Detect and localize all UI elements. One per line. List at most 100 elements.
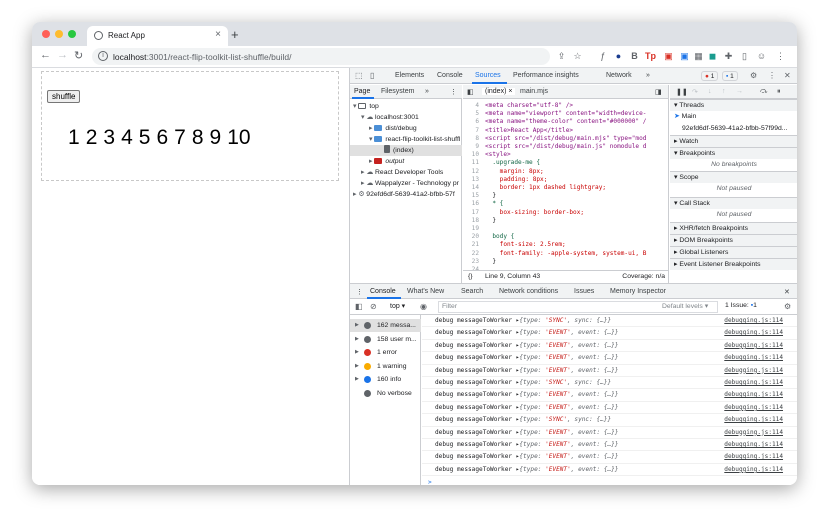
device-toolbar-icon[interactable]: ▯	[370, 71, 374, 80]
bookmark-star-icon[interactable]: ☆	[572, 50, 583, 62]
expand-arrow-icon[interactable]: ▶	[355, 373, 359, 386]
source-link[interactable]: debugging.js:114	[724, 427, 783, 439]
zoom-window-button[interactable]	[68, 30, 76, 38]
new-tab-button[interactable]: +	[231, 27, 239, 42]
tree-item-dist-debug[interactable]: ▸ dist/debug	[350, 123, 462, 134]
tab-performance-insights[interactable]: Performance insights	[513, 72, 579, 79]
shuffle-button[interactable]: shuffle	[47, 90, 81, 103]
extension-function-icon[interactable]: ƒ	[597, 50, 608, 62]
inspect-element-icon[interactable]: ⬚	[355, 71, 363, 80]
deactivate-breakpoints-icon[interactable]: ⤼	[760, 88, 767, 96]
console-prompt[interactable]: >	[422, 477, 797, 485]
side-panel-icon[interactable]: ▯	[739, 50, 750, 62]
watch-section[interactable]: ▸ Watch	[670, 135, 797, 147]
close-drawer-icon[interactable]: ✕	[784, 288, 790, 296]
info-count-badge[interactable]: ▪ 1	[722, 71, 738, 81]
browser-tab[interactable]: React App ×	[87, 26, 228, 46]
tab-sources[interactable]: Sources	[475, 72, 501, 79]
sidebar-item-bug[interactable]: No verbose	[350, 387, 421, 400]
console-settings-gear-icon[interactable]: ⚙	[784, 302, 791, 311]
tree-item-react-flip[interactable]: ▾ react-flip-toolkit-list-shuffl	[350, 134, 462, 145]
console-message[interactable]: debug messageToWorker ▸{type: 'EVENT', e…	[422, 340, 797, 353]
source-link[interactable]: debugging.js:114	[724, 451, 783, 463]
drawer-tab-whats-new[interactable]: What's New	[407, 288, 444, 295]
close-tab-icon[interactable]: ×	[508, 88, 512, 95]
toggle-debugger-icon[interactable]: ◨	[655, 88, 662, 96]
minimize-window-button[interactable]	[55, 30, 63, 38]
issues-counter[interactable]: 1 Issue: ▪1	[725, 302, 757, 309]
source-link[interactable]: debugging.js:114	[724, 340, 783, 352]
thread-main[interactable]: ➤ Main	[670, 111, 797, 123]
step-icon[interactable]: →	[736, 88, 743, 95]
extension-tp-icon[interactable]: Tp	[645, 50, 656, 62]
tree-item-worker[interactable]: ▸ ⚙ 92efd6df-5639-41a2-bfbb-57f	[350, 189, 462, 200]
thread-worker[interactable]: 92efd6df-5639-41a2-bfbb-57f99d...	[670, 123, 797, 135]
site-info-icon[interactable]: i	[98, 51, 108, 61]
tree-item-wappalyzer[interactable]: ▸ ☁ Wappalyzer - Technology pr	[350, 178, 462, 189]
back-button[interactable]: ←	[40, 49, 51, 61]
console-message[interactable]: debug messageToWorker ▸{type: 'EVENT', e…	[422, 402, 797, 415]
sidebar-item-list[interactable]: ▶ 162 messa...	[350, 319, 421, 332]
extension-teal-icon[interactable]: ◼	[707, 50, 718, 62]
event-listener-breakpoints-section[interactable]: ▸ Event Listener Breakpoints	[670, 258, 797, 270]
source-link[interactable]: debugging.js:114	[724, 402, 783, 414]
source-link[interactable]: debugging.js:114	[724, 315, 783, 327]
source-link[interactable]: debugging.js:114	[724, 377, 783, 389]
expand-arrow-icon[interactable]: ▶	[355, 333, 359, 346]
source-link[interactable]: debugging.js:114	[724, 389, 783, 401]
console-message[interactable]: debug messageToWorker ▸{type: 'EVENT', e…	[422, 451, 797, 464]
sidebar-item-user[interactable]: ▶ 158 user m...	[350, 333, 421, 346]
tree-item-top[interactable]: ▾ top	[350, 101, 462, 112]
scope-section[interactable]: ▾ Scope	[670, 171, 797, 183]
context-selector[interactable]: top ▾	[390, 302, 405, 310]
console-message[interactable]: debug messageToWorker ▸{type: 'EVENT', e…	[422, 389, 797, 402]
sidebar-item-info[interactable]: ▶ 160 info	[350, 373, 421, 386]
call-stack-section[interactable]: ▾ Call Stack	[670, 197, 797, 209]
global-listeners-section[interactable]: ▸ Global Listeners	[670, 246, 797, 258]
threads-section[interactable]: ▾ Threads	[670, 99, 797, 111]
extension-blue-icon[interactable]: ▣	[679, 50, 690, 62]
console-message[interactable]: debug messageToWorker ▸{type: 'EVENT', e…	[422, 327, 797, 340]
console-message[interactable]: debug messageToWorker ▸{type: 'EVENT', e…	[422, 427, 797, 439]
expand-arrow-icon[interactable]: ▶	[355, 360, 359, 373]
source-link[interactable]: debugging.js:114	[724, 327, 783, 339]
console-message[interactable]: debug messageToWorker ▸{type: 'EVENT', e…	[422, 464, 797, 477]
live-expression-eye-icon[interactable]: ◉	[420, 302, 427, 311]
share-icon[interactable]: ⇪	[556, 50, 567, 62]
error-count-badge[interactable]: ● 1	[701, 71, 719, 81]
drawer-tab-memory-inspector[interactable]: Memory Inspector	[610, 288, 666, 295]
drawer-tab-search[interactable]: Search	[461, 288, 483, 295]
pause-on-exceptions-icon[interactable]: ⏸	[777, 88, 781, 96]
tree-item-index[interactable]: (index)	[350, 145, 462, 156]
drawer-tab-console[interactable]: Console	[370, 288, 396, 295]
extension-badge-icon[interactable]: ●	[613, 50, 624, 62]
xhr-breakpoints-section[interactable]: ▸ XHR/fetch Breakpoints	[670, 222, 797, 234]
tree-item-output[interactable]: ▸ output	[350, 156, 462, 167]
address-bar[interactable]: i localhost:3001/react-flip-toolkit-list…	[92, 48, 550, 65]
editor-tab-main-mjs[interactable]: main.mjs	[520, 88, 548, 95]
navigator-menu-icon[interactable]: ⋮	[450, 88, 457, 96]
close-tab-icon[interactable]: ×	[215, 29, 221, 40]
forward-button[interactable]: →	[57, 49, 68, 61]
tab-elements[interactable]: Elements	[395, 72, 424, 79]
log-levels-dropdown[interactable]: Default levels ▾	[662, 302, 708, 310]
drawer-menu-icon[interactable]: ⋮	[356, 288, 363, 296]
toggle-navigator-icon[interactable]: ◧	[467, 88, 474, 96]
extensions-puzzle-icon[interactable]: ✚	[723, 50, 734, 62]
reload-button[interactable]: ↻	[74, 49, 83, 62]
console-message[interactable]: debug messageToWorker ▸{type: 'SYNC', sy…	[422, 377, 797, 390]
clear-console-icon[interactable]: ⊘	[370, 302, 377, 311]
close-devtools-icon[interactable]: ✕	[784, 71, 791, 80]
tab-console[interactable]: Console	[437, 72, 463, 79]
browser-menu-icon[interactable]: ⋮	[775, 50, 786, 62]
step-out-icon[interactable]: ↑	[722, 88, 726, 95]
tree-item-react-devtools[interactable]: ▸ ☁ React Developer Tools	[350, 167, 462, 178]
step-over-icon[interactable]: ↷	[692, 88, 698, 96]
step-into-icon[interactable]: ↓	[708, 88, 712, 95]
extension-b-icon[interactable]: B	[629, 50, 640, 62]
source-link[interactable]: debugging.js:114	[724, 352, 783, 364]
sidebar-item-warning[interactable]: ▶ 1 warning	[350, 360, 421, 373]
editor-tab-index[interactable]: (index) ×	[482, 88, 516, 95]
expand-arrow-icon[interactable]: ▶	[355, 319, 359, 332]
extension-grid-icon[interactable]: ▦	[693, 50, 704, 62]
